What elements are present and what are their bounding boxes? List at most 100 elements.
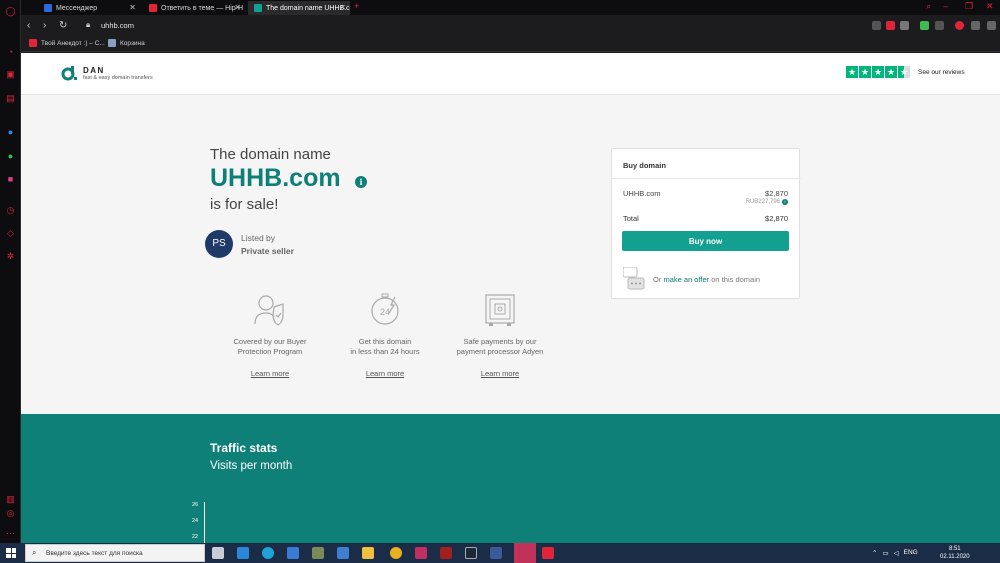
bookmark-anekdot[interactable]: Твой Анекдот :) – С... (29, 39, 105, 47)
buy-card-title: Buy domain (623, 161, 666, 170)
learn-more-link[interactable]: Learn more (366, 369, 404, 378)
seller-avatar: PS (205, 230, 233, 258)
browser-sidebar: ◯ ◔ ▣ ▤ ● ● ■ ◷ ◇ ✲ ▥ ◎ ⋯ (0, 0, 21, 543)
mail-icon[interactable] (237, 547, 249, 559)
app-icon[interactable] (415, 547, 427, 559)
hero-heading-line3: is for sale! (210, 196, 279, 213)
close-icon[interactable]: ✕ (234, 3, 241, 12)
app-icon[interactable] (440, 547, 452, 559)
adblock-icon[interactable] (886, 21, 895, 30)
bookmark-cart[interactable]: Корзина (108, 39, 145, 47)
half-star-icon: ★ (898, 66, 910, 78)
language-indicator[interactable]: ENG (904, 549, 918, 557)
total-label: Total (623, 214, 639, 223)
total-price: $2,870 (765, 214, 788, 223)
url-field[interactable]: uhhb.com (101, 21, 134, 30)
instagram-icon[interactable]: ■ (4, 172, 17, 185)
learn-more-link[interactable]: Learn more (251, 369, 289, 378)
chrome-icon[interactable] (390, 547, 402, 559)
chart-y-axis (204, 502, 205, 543)
learn-more-link[interactable]: Learn more (481, 369, 519, 378)
steam-icon[interactable] (465, 547, 477, 559)
feature-line: payment processor Adyen (456, 347, 544, 356)
offer-text: Or make an offer on this domain (653, 275, 760, 284)
windows-start-icon[interactable] (6, 548, 16, 558)
shopping-icon[interactable]: ▣ (4, 68, 17, 81)
y-tick-label: 26 (192, 502, 199, 508)
profile-icon[interactable] (955, 21, 964, 30)
player-icon[interactable]: ◎ (4, 507, 17, 520)
logo-name[interactable]: DAN (83, 66, 105, 75)
forward-icon[interactable]: › (43, 20, 46, 31)
see-reviews-link[interactable]: See our reviews (918, 69, 965, 76)
easy-setup-icon[interactable] (987, 21, 996, 30)
twitch-icon[interactable]: ▤ (4, 92, 17, 105)
settings-icon[interactable]: ✲ (4, 250, 17, 263)
box-icon[interactable]: ◇ (4, 227, 17, 240)
history-icon[interactable]: ◷ (4, 204, 17, 217)
address-bar: ‹ › ↻ 🔒︎ uhhb.com (21, 15, 1000, 36)
make-offer-link[interactable]: make an offer (663, 275, 709, 284)
app-icon[interactable] (337, 547, 349, 559)
whatsapp-icon[interactable]: ● (4, 149, 17, 162)
price-rub: RUB227,796 i (746, 199, 788, 205)
taskbar-search-input[interactable]: ⌕ Введите здесь текст для поиска (25, 544, 205, 562)
price-rub-value: RUB227,796 (745, 199, 780, 205)
y-tick-label: 22 (192, 534, 199, 540)
system-tray: ⌃ ▭ ◁ ENG (872, 549, 918, 557)
close-icon[interactable]: ✕ (129, 3, 136, 12)
extensions-icon[interactable]: ▥ (4, 493, 17, 506)
info-icon[interactable]: i (355, 176, 367, 188)
opera-menu-icon[interactable]: ◯ (4, 5, 17, 18)
line-item-domain: UHHB.com (623, 189, 661, 198)
search-icon: ⌕ (32, 548, 37, 557)
offer-prefix: Or (653, 275, 662, 284)
dan-logo-icon[interactable] (61, 65, 77, 81)
app-icon[interactable] (542, 547, 554, 559)
trustpilot-stars[interactable]: ★ ★ ★ ★ ★ (846, 66, 910, 78)
cube-icon[interactable] (935, 21, 944, 30)
new-tab-button[interactable]: + (354, 1, 359, 11)
logo-tagline: fast & easy domain transfers (83, 75, 153, 81)
heart-icon[interactable] (900, 21, 909, 30)
more-icon[interactable]: ⋯ (4, 527, 17, 540)
reload-icon[interactable]: ↻ (59, 20, 67, 31)
speed-dial-icon[interactable]: ◔ (4, 45, 17, 58)
clock-date: 02.11.2020 (940, 554, 970, 560)
store-icon[interactable] (287, 547, 299, 559)
buy-now-button[interactable]: Buy now (622, 231, 789, 251)
opera-gx-active-icon[interactable] (514, 543, 536, 563)
search-tabs-icon[interactable]: ⌕ (926, 1, 931, 12)
camera-icon[interactable] (872, 21, 881, 30)
traffic-title: Traffic stats (210, 441, 278, 455)
tab-domain[interactable]: The domain name UHHB.c ✕ (248, 1, 350, 15)
tab-hiphop-forum[interactable]: Ответить в теме — Hip-H ✕ (143, 1, 245, 15)
app-icon[interactable] (490, 547, 502, 559)
clock-time: 8:51 (948, 546, 961, 552)
network-icon[interactable]: ▭ (882, 549, 888, 557)
24-hours-icon: 24 (371, 293, 399, 325)
bookmarks-bar: Твой Анекдот :) – С... Корзина (21, 36, 1000, 52)
download-icon[interactable] (971, 21, 980, 30)
close-icon[interactable]: ✕ (339, 3, 346, 12)
svg-text:24: 24 (380, 307, 390, 317)
clock[interactable]: 8:51 02.11.2020 (940, 545, 970, 561)
download-ext-icon[interactable] (920, 21, 929, 30)
edge-icon[interactable] (262, 547, 274, 559)
back-icon[interactable]: ‹ (27, 20, 30, 31)
feature-safe-payments: Safe payments by our payment processor A… (430, 293, 570, 381)
forum-favicon (149, 4, 157, 12)
traffic-subtitle: Visits per month (210, 460, 293, 472)
tab-messenger[interactable]: Мессенджер ✕ (38, 1, 140, 15)
volume-icon[interactable]: ◁ (894, 549, 899, 557)
info-icon[interactable]: i (782, 199, 788, 205)
restore-icon[interactable]: ❐ (965, 1, 973, 12)
people-icon[interactable]: ⌃ (872, 549, 877, 557)
feature-line: Safe payments by our (463, 337, 537, 346)
close-window-icon[interactable]: ✕ (986, 1, 994, 12)
file-explorer-icon[interactable] (362, 547, 374, 559)
app-icon[interactable] (312, 547, 324, 559)
messenger-icon[interactable]: ● (4, 125, 17, 138)
task-view-icon[interactable] (212, 547, 224, 559)
minimize-icon[interactable]: – (943, 1, 948, 11)
